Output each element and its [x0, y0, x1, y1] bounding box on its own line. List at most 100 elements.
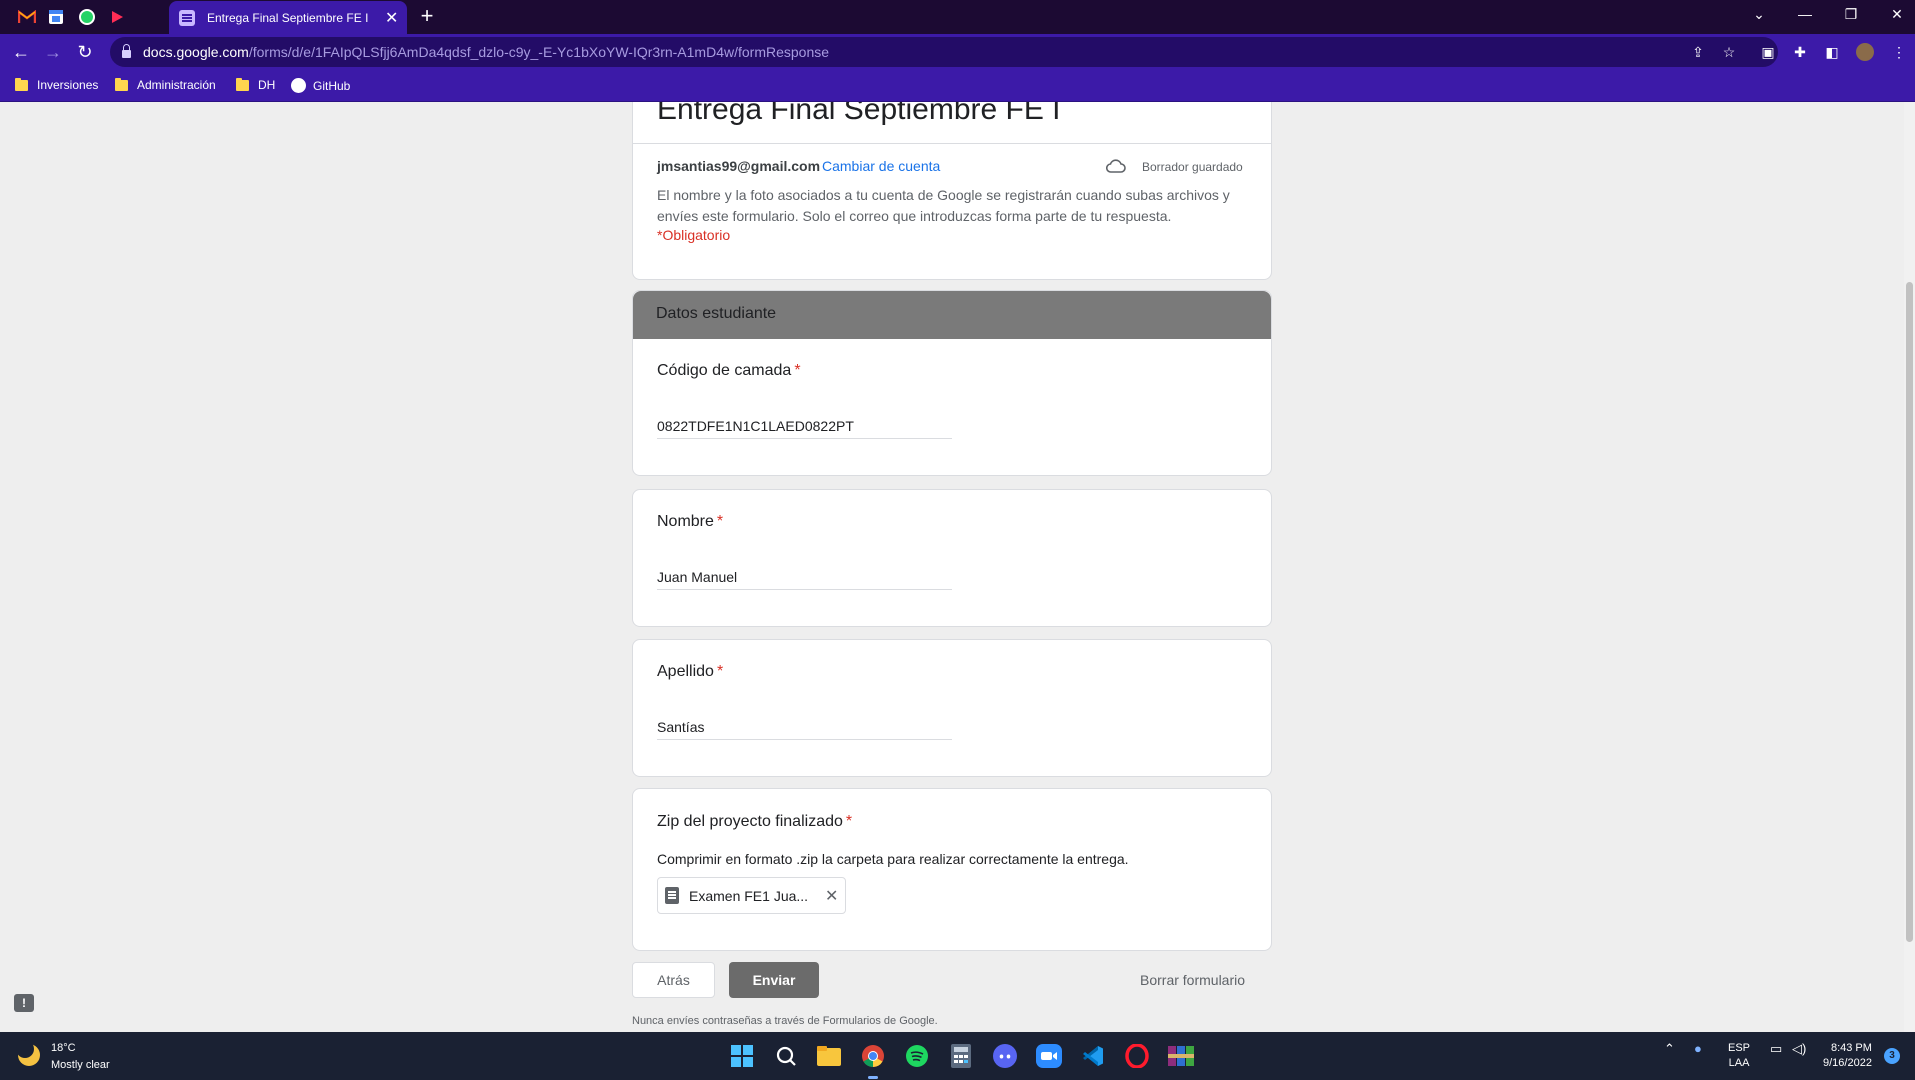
opera-icon[interactable]	[1123, 1042, 1151, 1070]
clock[interactable]: 8:43 PM 9/16/2022	[1823, 1041, 1872, 1071]
zoom-icon[interactable]	[1035, 1042, 1063, 1070]
extensions-puzzle-icon[interactable]: ✚	[1791, 43, 1809, 61]
browser-toolbar: ← → ↻ docs.google.com /forms/d/e/1FAIpQL…	[0, 34, 1915, 70]
tab-search-icon[interactable]: ⌄	[1749, 6, 1769, 23]
account-email: jmsantias99@gmail.com	[657, 158, 821, 174]
clock-time: 8:43 PM	[1830, 1042, 1872, 1054]
question-title: Apellido *	[657, 663, 723, 681]
side-panel-icon[interactable]: ◧	[1823, 43, 1841, 61]
bookmark-github[interactable]: GitHub	[291, 78, 350, 93]
restore-button[interactable]: ❐	[1841, 6, 1861, 23]
forms-icon	[179, 9, 195, 26]
codigo-camada-input[interactable]: 0822TDFE1N1C1LAED0822PT	[657, 413, 952, 439]
network-icon[interactable]: ▭	[1770, 1041, 1782, 1056]
keyboard-layout: LAA	[1728, 1057, 1750, 1069]
minimize-button[interactable]: —	[1795, 6, 1815, 22]
question-zip-upload: Zip del proyecto finalizado * Comprimir e…	[632, 788, 1272, 951]
uploaded-file-chip[interactable]: Examen FE1 Jua... ✕	[657, 877, 846, 914]
form-header-card: Entrega Final Septiembre FE I jmsantias9…	[632, 102, 1272, 280]
whatsapp-icon[interactable]	[75, 5, 99, 29]
tab-strip: Entrega Final Septiembre FE I ✕ + ⌄ — ❐ …	[0, 0, 1915, 34]
spotify-icon[interactable]	[903, 1042, 931, 1070]
file-explorer-icon[interactable]	[815, 1042, 843, 1070]
back-arrow-icon[interactable]: ←	[10, 41, 32, 63]
divider	[633, 143, 1271, 144]
nombre-input[interactable]: Juan Manuel	[657, 564, 952, 590]
weather-temperature[interactable]: 18°C	[51, 1042, 76, 1054]
windows-start-icon[interactable]	[728, 1042, 756, 1070]
youtube-icon[interactable]	[105, 5, 129, 29]
discord-icon[interactable]	[991, 1042, 1019, 1070]
bookmark-label: Inversiones	[37, 78, 99, 92]
back-button[interactable]: Atrás	[632, 962, 715, 998]
required-star: *	[845, 813, 853, 830]
scrollbar-thumb[interactable]	[1906, 282, 1913, 942]
document-icon	[665, 887, 679, 904]
microphone-icon[interactable]: ●	[1694, 1041, 1702, 1056]
chevron-up-icon[interactable]: ⌃	[1664, 1041, 1675, 1056]
scrollbar[interactable]	[1904, 102, 1915, 1032]
language-code: ESP	[1728, 1042, 1751, 1054]
url-path: /forms/d/e/1FAIpQLSfjj6AmDa4qdsf_dzlo-c9…	[248, 44, 830, 60]
clear-form-button[interactable]: Borrar formulario	[1140, 972, 1245, 988]
feedback-icon[interactable]: !	[14, 994, 34, 1012]
bookmark-inversiones[interactable]: Inversiones	[15, 77, 99, 92]
clock-date: 9/16/2022	[1823, 1057, 1872, 1069]
weather-description[interactable]: Mostly clear	[51, 1059, 110, 1071]
submit-button[interactable]: Enviar	[729, 962, 819, 998]
address-bar[interactable]: docs.google.com /forms/d/e/1FAIpQLSfjj6A…	[110, 37, 1778, 67]
required-star: *	[794, 362, 801, 379]
vscode-icon[interactable]	[1079, 1042, 1107, 1070]
bookmark-label: GitHub	[313, 78, 351, 93]
calculator-icon[interactable]	[947, 1042, 975, 1070]
bookmark-star-icon[interactable]: ☆	[1720, 43, 1738, 61]
section-title: Datos estudiante	[656, 305, 777, 322]
winrar-icon[interactable]	[1167, 1042, 1195, 1070]
apellido-input[interactable]: Santías	[657, 714, 952, 740]
keyboard-language[interactable]: ESP LAA	[1728, 1041, 1750, 1071]
account-disclaimer: El nombre y la foto asociados a tu cuent…	[657, 187, 1230, 224]
required-star: *	[716, 663, 724, 680]
reload-icon[interactable]: ↻	[74, 41, 96, 63]
file-name: Examen FE1 Jua...	[689, 887, 809, 904]
calendar-icon[interactable]	[44, 5, 68, 29]
bookmark-label: Administración	[137, 78, 216, 92]
required-star: *	[716, 513, 724, 530]
new-tab-button[interactable]: +	[415, 5, 439, 29]
menu-kebab-icon[interactable]: ⋮	[1890, 43, 1908, 61]
question-title: Código de camada *	[657, 362, 801, 380]
question-label: Zip del proyecto finalizado	[657, 813, 843, 830]
profile-avatar[interactable]	[1856, 43, 1874, 61]
tab-google-form[interactable]: Entrega Final Septiembre FE I ✕	[169, 1, 407, 34]
bookmarks-bar: Inversiones Administración DH GitHub	[0, 70, 1915, 102]
folder-icon	[115, 77, 128, 91]
tab-title: Entrega Final Septiembre FE I	[207, 10, 369, 25]
section-header: Datos estudiante	[633, 291, 1271, 339]
question-label: Código de camada	[657, 362, 792, 379]
question-apellido: Apellido * Santías	[632, 639, 1272, 777]
gmail-icon[interactable]	[15, 5, 39, 29]
remove-file-icon[interactable]: ✕	[825, 886, 838, 906]
url-host: docs.google.com	[143, 44, 249, 60]
bookmark-dh[interactable]: DH	[236, 77, 275, 92]
close-tab-icon[interactable]: ✕	[385, 8, 398, 28]
close-window-button[interactable]: ✕	[1887, 6, 1907, 23]
folder-icon	[236, 77, 249, 91]
question-nombre: Nombre * Juan Manuel	[632, 489, 1272, 627]
share-icon[interactable]: ⇪	[1689, 43, 1707, 61]
switch-account-link[interactable]: Cambiar de cuenta	[822, 158, 940, 174]
form-title: Entrega Final Septiembre FE I	[657, 102, 1061, 126]
extension-icon[interactable]: ▣	[1759, 43, 1777, 61]
moon-weather-icon[interactable]	[16, 1040, 40, 1066]
notification-badge[interactable]: 3	[1884, 1048, 1900, 1064]
search-icon[interactable]	[772, 1042, 800, 1070]
question-title: Nombre *	[657, 513, 723, 531]
chrome-icon[interactable]	[859, 1042, 887, 1079]
password-warning: Nunca envíes contraseñas a través de For…	[632, 1015, 938, 1027]
volume-icon[interactable]: ◁)	[1792, 1041, 1806, 1056]
github-icon	[291, 78, 306, 93]
bookmark-administracion[interactable]: Administración	[115, 77, 216, 92]
question-label: Apellido	[657, 663, 714, 680]
question-title: Zip del proyecto finalizado *	[657, 813, 852, 831]
forward-arrow-icon[interactable]: →	[42, 41, 64, 63]
